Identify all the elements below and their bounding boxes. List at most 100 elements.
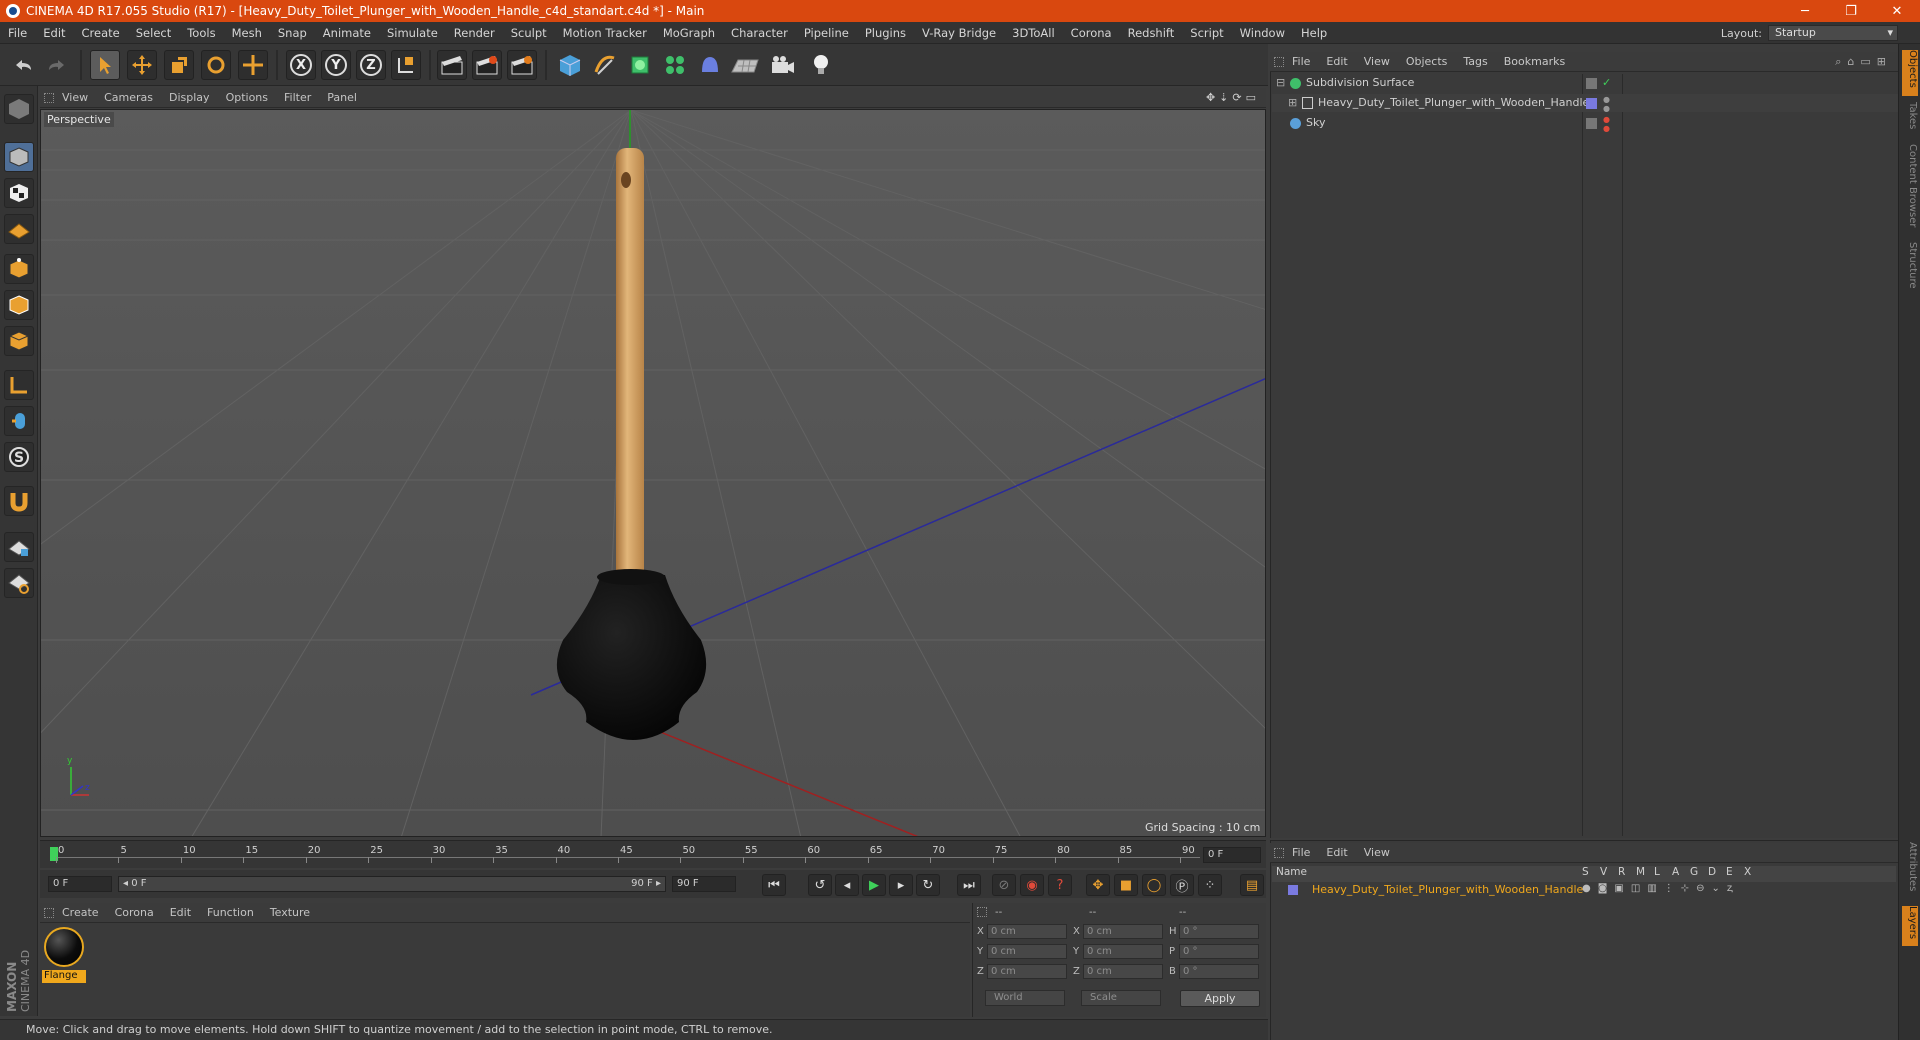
model-mode-button[interactable] [4,142,34,172]
timeline-ruler[interactable]: 0 5 10 15 20 25 30 35 40 45 50 55 60 65 70 75 80 85 90 0 F [40,840,1266,868]
viewport-menu-panel[interactable]: Panel [319,91,365,104]
previous-frame-button[interactable]: ◂ [835,874,859,896]
live-selection-button[interactable] [90,50,120,80]
object-menu-file[interactable]: File [1284,55,1318,68]
add-camera-button[interactable] [768,50,798,80]
layer-color-swatch[interactable] [1288,885,1298,895]
menu-pipeline[interactable]: Pipeline [796,26,857,40]
coordinate-mode-dropdown[interactable]: World [985,990,1065,1006]
menu-vray-bridge[interactable]: V-Ray Bridge [914,26,1004,40]
next-frame-button[interactable]: ▸ [889,874,913,896]
material-menu-create[interactable]: Create [54,906,107,919]
edges-mode-button[interactable] [4,290,34,320]
tab-takes[interactable]: Takes [1902,102,1918,138]
current-frame-field[interactable]: 0 F [1203,847,1261,863]
tweak-mode-button[interactable] [4,406,34,436]
texture-mode-button[interactable] [4,178,34,208]
make-editable-button[interactable] [4,94,34,124]
layout-dropdown[interactable]: Startup [1768,25,1898,41]
rot-h-field[interactable]: 0 ° [1179,924,1259,939]
next-key-button[interactable]: ↻ [916,874,940,896]
x-axis-lock-button[interactable]: X [286,50,316,80]
workplane-mode-button[interactable] [4,214,34,244]
menu-window[interactable]: Window [1232,26,1293,40]
menu-sculpt[interactable]: Sculpt [503,26,555,40]
end-frame-field[interactable]: 90 F [672,876,736,892]
snap-button[interactable]: S [4,442,34,472]
coordinate-system-button[interactable] [391,50,421,80]
autokey-button[interactable]: ◉ [1020,874,1044,896]
redo-button[interactable] [42,50,72,80]
key-parameter-button[interactable]: Ⓟ [1170,874,1194,896]
menu-select[interactable]: Select [128,26,179,40]
keyframe-selection-button[interactable]: ? [1048,874,1072,896]
add-light-button[interactable] [806,50,836,80]
magnet-button[interactable] [4,486,34,516]
material-menu-edit[interactable]: Edit [162,906,199,919]
add-subdivision-button[interactable] [625,50,655,80]
undo-button[interactable] [8,50,38,80]
key-pla-button[interactable]: ⁘ [1198,874,1222,896]
transform-tool-button[interactable] [238,50,268,80]
viewport-nav-icons[interactable]: ✥⇣⟳▭ [1206,91,1260,104]
visibility-dots-icon[interactable]: ● ● [1603,95,1610,113]
apply-button[interactable]: Apply [1180,990,1260,1007]
menu-corona[interactable]: Corona [1063,26,1120,40]
tab-layers[interactable]: Layers [1902,906,1918,946]
frame-range-slider[interactable]: ◂ 0 F 90 F ▸ [118,876,666,892]
layer-menu-view[interactable]: View [1356,846,1398,859]
points-mode-button[interactable] [4,254,34,284]
viewport-menu-display[interactable]: Display [161,91,218,104]
move-tool-button[interactable] [127,50,157,80]
play-button[interactable]: ▶ [862,874,886,896]
add-floor-button[interactable] [730,50,760,80]
add-deformer-button[interactable] [695,50,725,80]
menu-render[interactable]: Render [446,26,503,40]
rot-b-field[interactable]: 0 ° [1179,964,1259,979]
menu-snap[interactable]: Snap [270,26,315,40]
menu-edit[interactable]: Edit [35,26,73,40]
menu-mesh[interactable]: Mesh [224,26,270,40]
visibility-dots-icon[interactable]: ● ● [1603,115,1610,133]
object-menu-bookmarks[interactable]: Bookmarks [1496,55,1573,68]
menu-simulate[interactable]: Simulate [379,26,446,40]
layer-menu-edit[interactable]: Edit [1318,846,1355,859]
object-menu-objects[interactable]: Objects [1398,55,1456,68]
expand-icon[interactable]: ⊞ [1288,94,1297,112]
add-mograph-button[interactable] [660,50,690,80]
material-name-label[interactable]: Flange [42,970,86,983]
go-to-end-button[interactable]: ⏭ [957,874,981,896]
axis-mode-button[interactable] [4,370,34,400]
perspective-viewport[interactable]: y z [40,109,1266,837]
menu-3dtoall[interactable]: 3DToAll [1004,26,1063,40]
scale-tool-button[interactable] [164,50,194,80]
z-axis-lock-button[interactable]: Z [356,50,386,80]
material-menu-texture[interactable]: Texture [262,906,318,919]
layer-row[interactable]: Heavy_Duty_Toilet_Plunger_with_Wooden_Ha… [1272,882,1896,899]
size-x-field[interactable]: 0 cm [1083,924,1163,939]
pos-z-field[interactable]: 0 cm [987,964,1067,979]
timeline-layout-button[interactable]: ▤ [1240,874,1264,896]
tab-objects[interactable]: Objects [1902,50,1918,96]
size-mode-dropdown[interactable]: Scale [1081,990,1161,1006]
material-preview-ball[interactable] [44,927,84,967]
object-row-subdivision[interactable]: ⊟ Subdivision Surface ✓ [1272,74,1898,92]
menu-mograph[interactable]: MoGraph [655,26,723,40]
size-z-field[interactable]: 0 cm [1083,964,1163,979]
record-keys-button[interactable]: ⊘ [992,874,1016,896]
viewport-menu-cameras[interactable]: Cameras [96,91,161,104]
render-picture-viewer-button[interactable] [472,50,502,80]
menu-file[interactable]: File [0,26,35,40]
render-settings-button[interactable] [507,50,537,80]
add-cube-button[interactable] [555,50,585,80]
object-menu-tags[interactable]: Tags [1455,55,1495,68]
menu-help[interactable]: Help [1293,26,1335,40]
layer-menu-file[interactable]: File [1284,846,1318,859]
minimize-button[interactable]: ─ [1782,4,1828,19]
y-axis-lock-button[interactable]: Y [321,50,351,80]
material-menu-function[interactable]: Function [199,906,262,919]
render-view-button[interactable] [437,50,467,80]
polygons-mode-button[interactable] [4,326,34,356]
expand-icon[interactable]: ⊟ [1276,74,1285,92]
viewport-menu-filter[interactable]: Filter [276,91,319,104]
